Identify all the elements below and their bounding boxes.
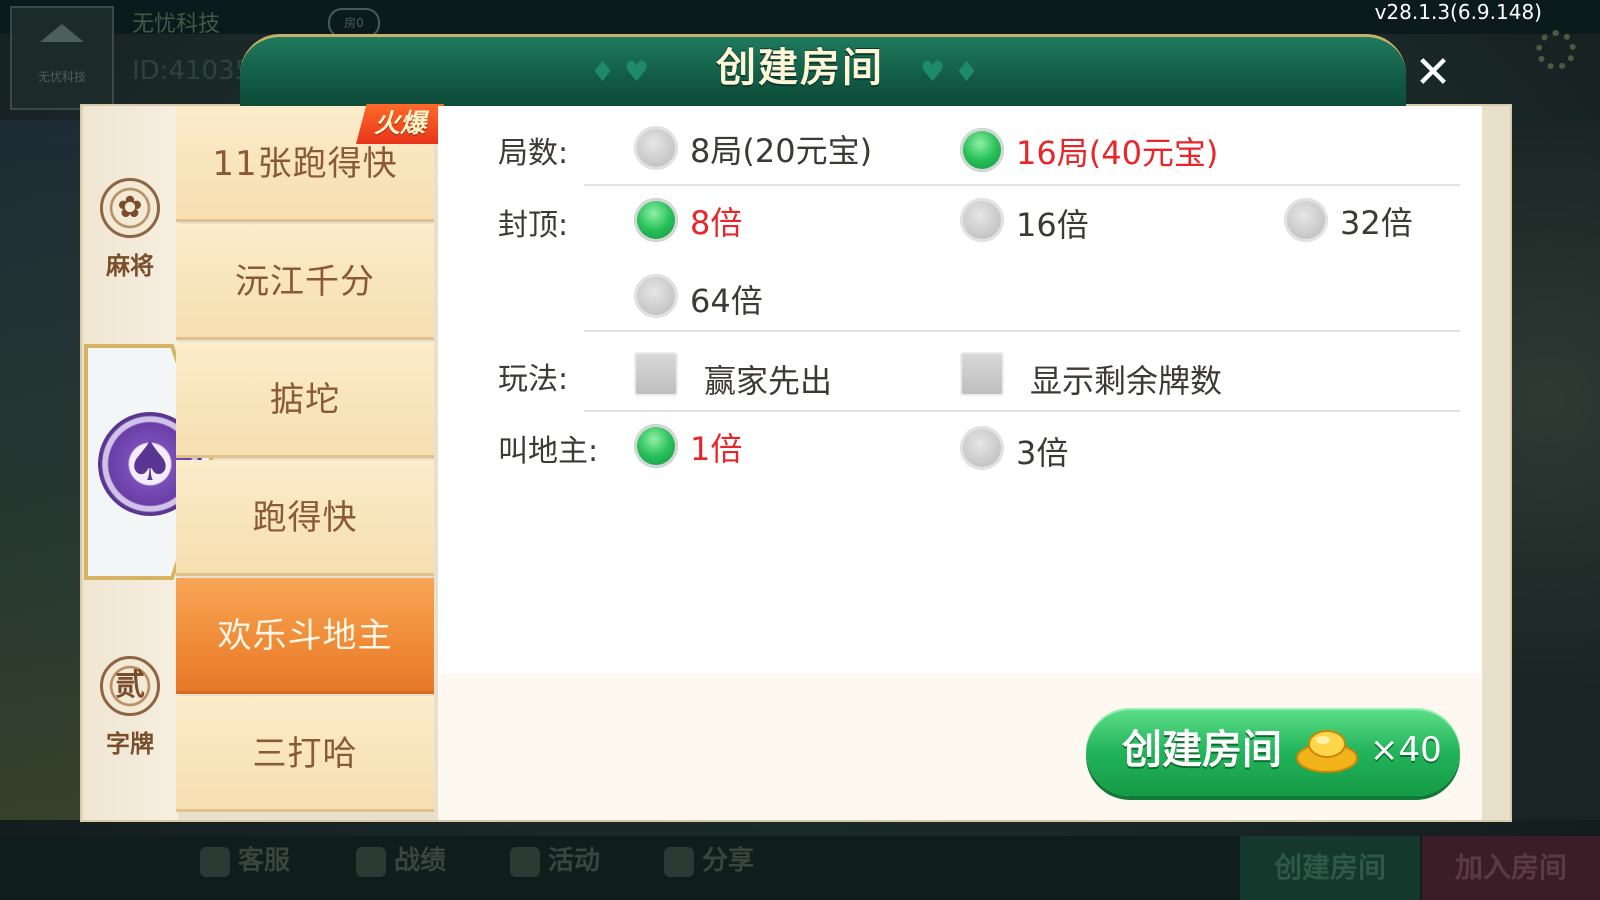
cap-radio-64[interactable] bbox=[634, 274, 678, 318]
dialog-title: 创建房间 bbox=[716, 45, 884, 91]
game-item[interactable]: 沅江千分 bbox=[176, 224, 434, 340]
landlord-option-1[interactable]: 1倍 bbox=[690, 424, 742, 470]
divider bbox=[584, 330, 1460, 332]
play-checkbox-winner-first[interactable] bbox=[634, 352, 678, 396]
zipai-icon: 贰 bbox=[100, 656, 160, 716]
share-icon bbox=[664, 846, 694, 877]
rounds-option-16[interactable]: 16局(40元宝) bbox=[1016, 128, 1218, 174]
headset-icon bbox=[200, 846, 230, 877]
lobby-nav-service: 客服 bbox=[200, 840, 290, 877]
cap-radio-8[interactable] bbox=[634, 198, 678, 242]
cap-option-16[interactable]: 16倍 bbox=[1016, 200, 1089, 246]
category-mahjong[interactable]: ✿ 麻将 bbox=[84, 178, 176, 281]
gift-icon bbox=[510, 846, 540, 877]
category-label: 麻将 bbox=[106, 252, 154, 280]
rounds-radio-16[interactable] bbox=[960, 128, 1004, 172]
play-option-winner-first[interactable]: 赢家先出 bbox=[704, 356, 832, 402]
lobby-left-art bbox=[0, 120, 80, 820]
cap-option-64[interactable]: 64倍 bbox=[690, 276, 763, 322]
create-room-cost: ×40 bbox=[1370, 730, 1442, 770]
lobby-top-bar bbox=[0, 0, 1600, 34]
play-label: 玩法: bbox=[498, 362, 569, 397]
create-room-label: 创建房间 bbox=[1122, 727, 1282, 773]
landlord-label: 叫地主: bbox=[498, 434, 599, 469]
game-item[interactable]: 掂坨 bbox=[176, 342, 434, 458]
hot-badge: 火爆 bbox=[356, 104, 444, 144]
lobby-create-room: 创建房间 bbox=[1240, 836, 1420, 900]
cap-radio-16[interactable] bbox=[960, 198, 1004, 242]
lobby-nav-activity: 活动 bbox=[510, 840, 600, 877]
rounds-label: 局数: bbox=[498, 136, 569, 171]
game-item[interactable]: 跑得快 bbox=[176, 460, 434, 576]
landlord-radio-1[interactable] bbox=[634, 424, 678, 468]
close-icon[interactable]: ✕ bbox=[1410, 50, 1456, 96]
rounds-option-8[interactable]: 8局(20元宝) bbox=[690, 126, 872, 172]
mahjong-icon: ✿ bbox=[100, 178, 160, 238]
lobby-nav-label: 活动 bbox=[548, 846, 601, 876]
rounds-radio-8[interactable] bbox=[634, 126, 678, 170]
lobby-nav-record: 战绩 bbox=[356, 840, 446, 877]
category-label: 字牌 bbox=[106, 730, 154, 758]
divider bbox=[584, 184, 1460, 186]
lobby-nav-label: 客服 bbox=[238, 846, 291, 876]
lobby-nav-label: 战绩 bbox=[394, 846, 447, 876]
play-option-show-remaining[interactable]: 显示剩余牌数 bbox=[1030, 356, 1222, 402]
create-room-button[interactable]: 创建房间 ×40 bbox=[1086, 708, 1460, 796]
landlord-option-3[interactable]: 3倍 bbox=[1016, 428, 1068, 474]
landlord-radio-3[interactable] bbox=[960, 426, 1004, 470]
trophy-icon bbox=[356, 846, 386, 877]
game-item[interactable]: 三打哈 bbox=[176, 696, 434, 812]
divider bbox=[584, 410, 1460, 412]
lobby-nav-label: 分享 bbox=[702, 846, 755, 876]
version-label: v28.1.3(6.9.148) bbox=[1374, 0, 1542, 24]
cap-option-32[interactable]: 32倍 bbox=[1340, 198, 1413, 244]
cap-option-8[interactable]: 8倍 bbox=[690, 198, 742, 244]
category-zipai[interactable]: 贰 字牌 bbox=[84, 656, 176, 759]
lobby-join-room: 加入房间 bbox=[1422, 836, 1600, 900]
game-item-active[interactable]: 欢乐斗地主 bbox=[176, 578, 434, 694]
game-list: 11张跑得快 沅江千分 掂坨 跑得快 欢乐斗地主 三打哈 bbox=[176, 106, 436, 820]
lobby-nav-share: 分享 bbox=[664, 840, 754, 877]
play-checkbox-show-remaining[interactable] bbox=[960, 352, 1004, 396]
lobby-right-art bbox=[1512, 120, 1600, 820]
cap-radio-32[interactable] bbox=[1284, 198, 1328, 242]
gold-ingot-icon bbox=[1296, 730, 1358, 773]
cap-label: 封顶: bbox=[498, 208, 569, 243]
